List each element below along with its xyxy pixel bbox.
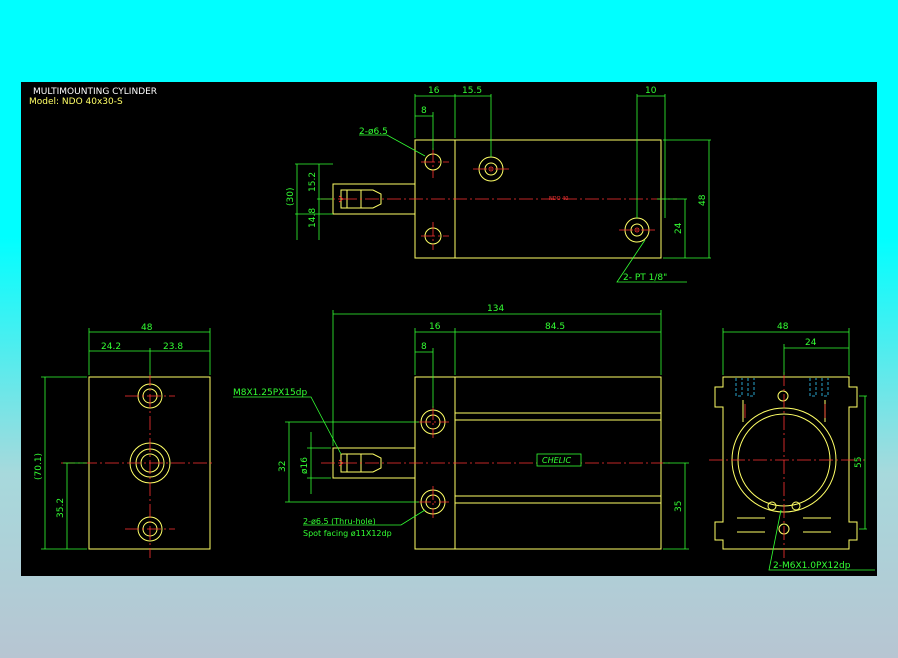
cad-drawing: MULTIMOUNTING CYLINDER Model: NDO 40x30-…	[29, 86, 875, 571]
drawing-model: Model: NDO 40x30-S	[29, 97, 123, 107]
right-thread-hole-2	[791, 501, 801, 511]
front-dim-84-5: 84.5	[545, 322, 565, 332]
left-dim-48: 48	[141, 323, 153, 333]
front-dim-d16: ø16	[300, 457, 310, 474]
right-dim-55: 55	[854, 457, 864, 468]
right-thread-hole-1	[767, 501, 777, 511]
right-thread-label: 2-M6X1.0PX12dp	[773, 561, 851, 571]
top-dim-10: 10	[645, 86, 657, 96]
top-dim-30: (30)	[286, 188, 296, 206]
cad-drawing-canvas: MULTIMOUNTING CYLINDER Model: NDO 40x30-…	[21, 82, 877, 576]
front-dim-8: 8	[421, 342, 427, 352]
top-body-mark: NDO 40	[549, 196, 568, 202]
top-dim-16: 16	[428, 86, 440, 96]
top-dim-15-2: 15.2	[308, 172, 318, 192]
front-dim-35: 35	[674, 501, 684, 512]
left-dim-70-1: (70.1)	[34, 453, 44, 480]
right-port-upper	[777, 390, 789, 402]
front-dim-32: 32	[278, 461, 288, 472]
front-hole-label-2: Spot facing ø11X12dp	[303, 529, 392, 538]
front-dim-134: 134	[487, 304, 504, 314]
top-dim-24: 24	[674, 222, 684, 234]
front-dim-16: 16	[429, 322, 441, 332]
top-dim-15-5: 15.5	[462, 86, 482, 96]
right-dim-24: 24	[805, 338, 817, 348]
left-dim-23-8: 23.8	[163, 342, 183, 352]
drawing-title: MULTIMOUNTING CYLINDER	[33, 87, 157, 97]
top-hole-label: 2-ø6.5	[359, 127, 388, 137]
front-view: CHELIC 134 16 84.5 8 M8X1.25PX15dp 32 ø1…	[233, 304, 689, 550]
top-dim-48: 48	[698, 194, 708, 206]
top-dim-14-8: 14.8	[308, 208, 318, 228]
top-view: NDO 40 16 15.5 10 8 2-ø6.5 (30) 15.2 14.…	[286, 86, 711, 283]
top-port-label: 2- PT 1/8"	[623, 273, 667, 283]
front-hole-label-1: 2-ø6.5 (Thru-hole)	[303, 517, 376, 526]
left-dim-24-2: 24.2	[101, 342, 121, 352]
front-logo-text: CHELIC	[542, 456, 571, 465]
front-thread-label: M8X1.25PX15dp	[233, 388, 307, 398]
right-dim-48: 48	[777, 322, 789, 332]
top-dim-8: 8	[421, 106, 427, 116]
left-dim-35-2: 35.2	[56, 498, 66, 518]
left-view: 48 24.2 23.8 (70.1) 35.2	[34, 323, 215, 558]
right-view: 48 24 55 2-M6X1.0PX12dp	[709, 322, 875, 571]
